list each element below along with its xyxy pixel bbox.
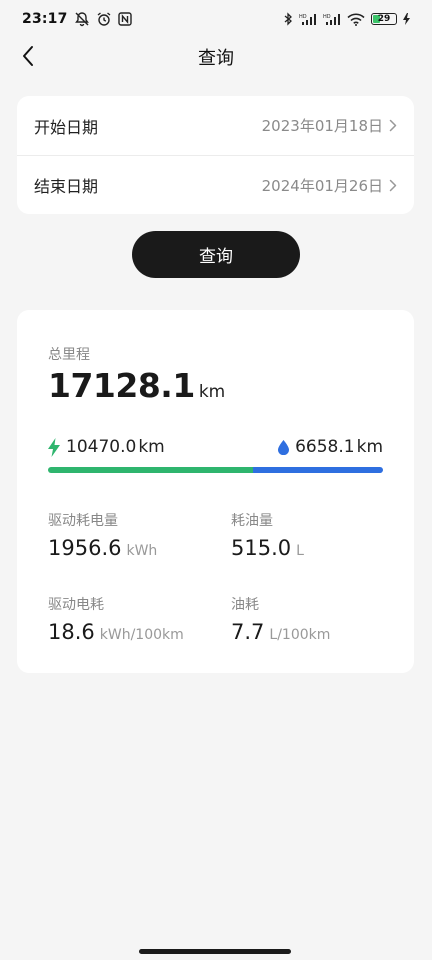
battery-icon: 29 — [371, 13, 397, 25]
start-date-row[interactable]: 开始日期 2023年01月18日 — [17, 96, 414, 155]
metric-unit: kWh — [126, 543, 158, 559]
query-button[interactable]: 查询 — [132, 231, 300, 278]
electric-mileage-value: 10470.0 — [66, 437, 137, 457]
mileage-ratio-bar — [48, 467, 383, 473]
mute-alarm-icon — [74, 11, 90, 27]
electric-mileage-unit: km — [138, 437, 165, 457]
metric-value-group: 18.6 kWh/100km — [48, 620, 184, 644]
metric-label: 驱动电耗 — [48, 597, 104, 613]
fuel-mileage-unit: km — [356, 437, 383, 457]
alarm-clock-icon — [96, 11, 112, 27]
battery-level: 29 — [377, 14, 391, 24]
metric-fuel-consumption: 油耗 7.7 L/100km — [231, 594, 330, 644]
metric-value: 515.0 — [231, 536, 292, 560]
electric-ratio-fill — [48, 467, 253, 473]
svg-text:HD: HD — [299, 14, 307, 20]
mileage-stats-card: 总里程 17128.1 km 10470.0 km 6658.1 km 驱动耗电… — [17, 310, 414, 673]
total-mileage-label: 总里程 — [48, 347, 90, 363]
end-date-value-group: 2024年01月26日 — [262, 175, 397, 196]
metric-value-group: 1956.6 kWh — [48, 536, 157, 560]
wifi-icon — [347, 13, 365, 26]
back-button[interactable] — [12, 40, 44, 72]
total-mileage-unit: km — [198, 382, 226, 402]
end-date-row[interactable]: 结束日期 2024年01月26日 — [17, 155, 414, 214]
metric-value-group: 515.0 L — [231, 536, 304, 560]
bluetooth-icon — [283, 12, 293, 26]
status-bar-left: 23:17 — [22, 11, 132, 27]
metric-label: 油耗 — [231, 597, 259, 613]
charging-icon — [403, 13, 410, 25]
start-date-value-group: 2023年01月18日 — [262, 115, 397, 136]
metric-value: 18.6 — [48, 620, 95, 644]
status-bar: 23:17 HD HD 29 — [0, 0, 432, 38]
fuel-mileage: 6658.1 km — [278, 437, 383, 457]
metric-value-group: 7.7 L/100km — [231, 620, 330, 644]
svg-text:HD: HD — [323, 14, 331, 20]
date-range-card: 开始日期 2023年01月18日 结束日期 2024年01月26日 — [17, 96, 414, 214]
metric-unit: L/100km — [269, 627, 331, 643]
end-date-label: 结束日期 — [34, 177, 99, 196]
home-indicator[interactable] — [139, 949, 291, 954]
metric-drive-energy: 驱动耗电量 1956.6 kWh — [48, 510, 157, 560]
total-mileage-value: 17128.1 — [48, 366, 195, 405]
page-title: 查询 — [198, 48, 234, 69]
metric-fuel-used: 耗油量 515.0 L — [231, 510, 304, 560]
metric-value: 7.7 — [231, 620, 265, 644]
status-bar-right: HD HD 29 — [283, 12, 410, 26]
status-time: 23:17 — [22, 11, 68, 27]
electric-mileage-value-group: 10470.0 km — [66, 437, 165, 457]
drop-icon — [278, 439, 290, 455]
metric-energy-consumption: 驱动电耗 18.6 kWh/100km — [48, 594, 184, 644]
start-date-value: 2023年01月18日 — [261, 117, 383, 135]
signal-hd-1-icon: HD — [299, 13, 317, 26]
fuel-mileage-value-group: 6658.1 km — [295, 437, 383, 457]
chevron-right-icon — [389, 179, 397, 191]
start-date-label: 开始日期 — [34, 117, 99, 137]
metric-label: 耗油量 — [231, 513, 273, 529]
metric-label: 驱动耗电量 — [48, 513, 118, 529]
metric-unit: kWh/100km — [99, 627, 184, 643]
mileage-split-row: 10470.0 km 6658.1 km — [48, 434, 383, 460]
end-date-value: 2024年01月26日 — [261, 176, 383, 195]
chevron-right-icon — [389, 119, 397, 132]
chevron-left-icon — [23, 46, 33, 66]
nfc-icon — [117, 12, 132, 26]
nav-bar: 查询 — [0, 38, 432, 76]
fuel-ratio-fill — [252, 467, 383, 473]
signal-hd-2-icon: HD — [323, 13, 341, 26]
lightning-icon — [48, 437, 60, 457]
metric-unit: L — [296, 543, 304, 559]
total-mileage: 17128.1 km — [48, 366, 225, 405]
electric-mileage: 10470.0 km — [48, 437, 165, 457]
fuel-mileage-value: 6658.1 — [295, 437, 355, 457]
metric-value: 1956.6 — [48, 536, 122, 560]
